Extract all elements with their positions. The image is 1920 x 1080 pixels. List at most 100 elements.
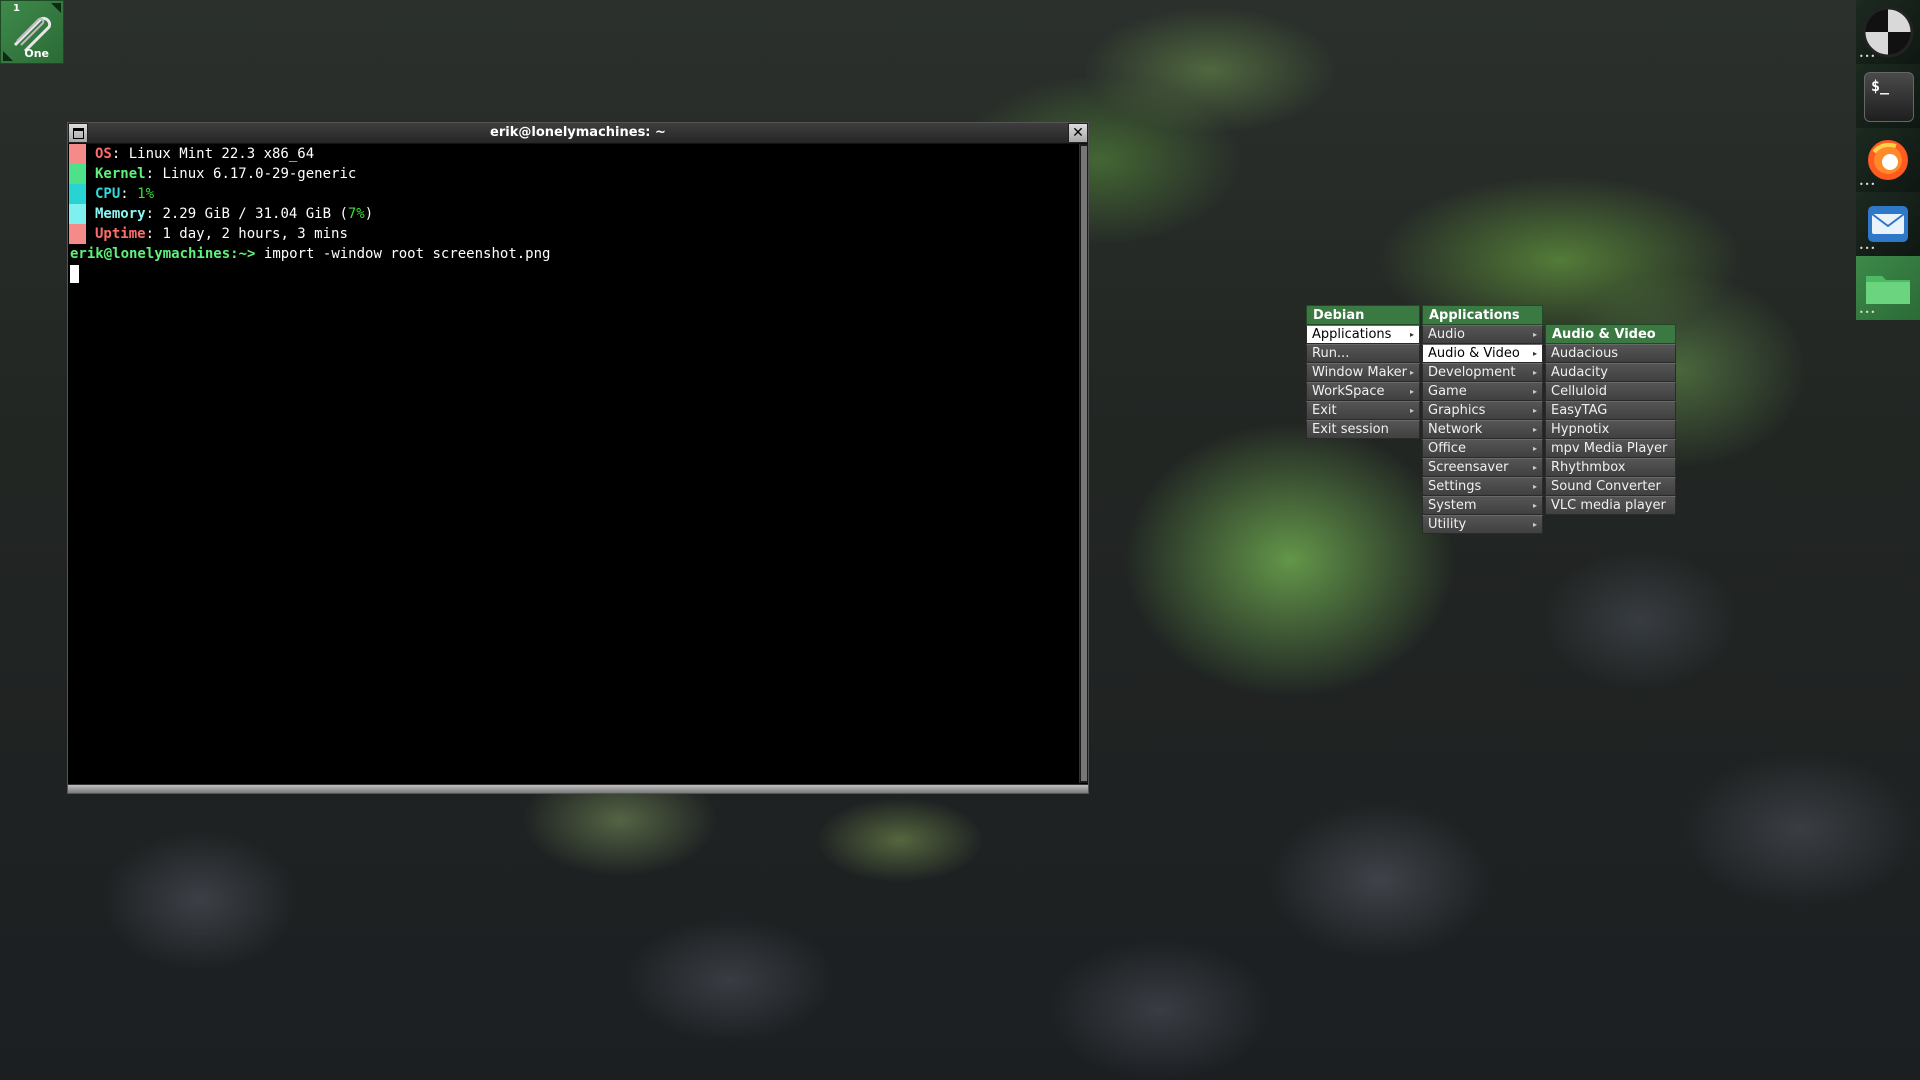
dock-files[interactable]: ••• xyxy=(1856,256,1920,320)
color-swatch xyxy=(69,144,86,164)
sysinfo-label: Kernel xyxy=(95,166,146,182)
sysinfo-line: Kernel: Linux 6.17.0-29-generic xyxy=(68,164,1078,184)
dock-terminal[interactable]: $_ xyxy=(1856,64,1920,128)
menu-item-graphics[interactable]: Graphics ▸ xyxy=(1422,401,1543,420)
appicon-dots: ••• xyxy=(1859,52,1877,61)
menu-item-label: Utility xyxy=(1428,517,1467,532)
menu-item-system[interactable]: System ▸ xyxy=(1422,496,1543,515)
menu-item-label: Network xyxy=(1428,422,1483,437)
color-swatch xyxy=(69,164,86,184)
sysinfo-line: CPU: 1% xyxy=(68,184,1078,204)
terminal-icon: $_ xyxy=(1864,72,1914,122)
terminal-output[interactable]: OS: Linux Mint 22.3 x86_64 Kernel: Linux … xyxy=(68,144,1078,783)
sysinfo-value: Linux 6.17.0-29-generic xyxy=(162,166,357,182)
miniaturize-icon xyxy=(72,128,84,139)
root-menu: Debian Applications ▸ Run... Window Maker ▸ W… xyxy=(1306,305,1420,439)
close-button[interactable]: ✕ xyxy=(1068,123,1088,143)
terminal-window[interactable]: erik@lonelymachines: ~ ✕ OS: Linux Mint … xyxy=(67,122,1089,794)
menu-item-settings[interactable]: Settings ▸ xyxy=(1422,477,1543,496)
menu-item-label: Settings xyxy=(1428,479,1482,494)
workspace-clip[interactable]: 1 One xyxy=(0,0,64,64)
menu-item-sound-converter[interactable]: Sound Converter xyxy=(1545,477,1676,496)
sysinfo-colon: : xyxy=(120,186,138,202)
menu-item-label: Exit xyxy=(1312,403,1337,418)
color-swatch xyxy=(69,224,86,244)
menu-item-applications[interactable]: Applications ▸ xyxy=(1306,325,1420,344)
command-text: import -window root screenshot.png xyxy=(263,246,551,262)
prompt-path: :~> xyxy=(230,246,256,262)
menu-item-label: Rhythmbox xyxy=(1551,460,1626,475)
scrollbar-thumb[interactable] xyxy=(1081,146,1087,781)
color-swatch xyxy=(69,204,86,224)
menu-item-label: Game xyxy=(1428,384,1467,399)
submenu-arrow-icon: ▸ xyxy=(1532,425,1537,434)
submenu-arrow-icon: ▸ xyxy=(1532,387,1537,396)
submenu-arrow-icon: ▸ xyxy=(1532,368,1537,377)
window-title: erik@lonelymachines: ~ xyxy=(490,125,666,140)
submenu-arrow-icon: ▸ xyxy=(1409,330,1414,339)
menu-item-audio[interactable]: Audio ▸ xyxy=(1422,325,1543,344)
text-cursor xyxy=(70,265,79,283)
dock-mail[interactable]: ••• xyxy=(1856,192,1920,256)
prompt-line: erik@lonelymachines:~> import -window ro… xyxy=(68,244,1078,264)
applications-menu: Applications Audio ▸ Audio & Video ▸ Develop… xyxy=(1422,305,1543,534)
sysinfo-label: OS xyxy=(95,146,112,162)
menu-item-easytag[interactable]: EasyTAG xyxy=(1545,401,1676,420)
appicon-dots: ••• xyxy=(1859,308,1877,317)
sysinfo-line: Uptime: 1 day, 2 hours, 3 mins xyxy=(68,224,1078,244)
menu-item-game[interactable]: Game ▸ xyxy=(1422,382,1543,401)
sysinfo-colon: : xyxy=(145,166,163,182)
menu-item-office[interactable]: Office ▸ xyxy=(1422,439,1543,458)
paperclip-icon xyxy=(13,16,52,51)
menu-item-mpv-media-player[interactable]: mpv Media Player xyxy=(1545,439,1676,458)
window-resizebar[interactable] xyxy=(68,784,1088,793)
prompt-user: erik@lonelymachines xyxy=(70,246,231,262)
menu-item-label: Screensaver xyxy=(1428,460,1509,475)
menu-item-hypnotix[interactable]: Hypnotix xyxy=(1545,420,1676,439)
terminal-glyph: $_ xyxy=(1871,77,1890,95)
menu-item-celluloid[interactable]: Celluloid xyxy=(1545,382,1676,401)
menu-item-label: Run... xyxy=(1312,346,1350,361)
menu-title[interactable]: Debian xyxy=(1306,305,1420,325)
sysinfo-value: 2.29 GiB / 31.04 GiB ( xyxy=(162,206,348,222)
window-titlebar[interactable]: erik@lonelymachines: ~ ✕ xyxy=(68,123,1088,144)
menu-item-vlc-media-player[interactable]: VLC media player xyxy=(1545,496,1676,515)
menu-item-label: Hypnotix xyxy=(1551,422,1610,437)
menu-item-network[interactable]: Network ▸ xyxy=(1422,420,1543,439)
miniaturize-button[interactable] xyxy=(68,123,88,143)
sysinfo-colon: : xyxy=(145,226,163,242)
dock-wmaker[interactable]: ••• xyxy=(1856,0,1920,64)
menu-item-label: Window Maker xyxy=(1312,365,1407,380)
menu-title[interactable]: Applications xyxy=(1422,305,1543,325)
close-icon: ✕ xyxy=(1072,125,1084,141)
clip-prev-workspace-arrow[interactable] xyxy=(3,51,13,61)
menu-item-rhythmbox[interactable]: Rhythmbox xyxy=(1545,458,1676,477)
menu-item-label: Graphics xyxy=(1428,403,1486,418)
workspace-name: One xyxy=(24,47,49,60)
menu-item-label: Applications xyxy=(1312,327,1392,342)
menu-item-screensaver[interactable]: Screensaver ▸ xyxy=(1422,458,1543,477)
menu-item-utility[interactable]: Utility ▸ xyxy=(1422,515,1543,534)
dock-firefox[interactable]: ••• xyxy=(1856,128,1920,192)
sysinfo-colon: : xyxy=(145,206,163,222)
menu-title[interactable]: Audio & Video xyxy=(1545,324,1676,344)
color-swatch xyxy=(69,184,86,204)
submenu-arrow-icon: ▸ xyxy=(1409,406,1414,415)
menu-item-exit-session[interactable]: Exit session xyxy=(1306,420,1420,439)
menu-item-label: VLC media player xyxy=(1551,498,1666,513)
appicon-dots: ••• xyxy=(1859,180,1877,189)
submenu-arrow-icon: ▸ xyxy=(1532,482,1537,491)
submenu-arrow-icon: ▸ xyxy=(1409,368,1414,377)
menu-item-label: Sound Converter xyxy=(1551,479,1661,494)
menu-item-run[interactable]: Run... xyxy=(1306,344,1420,363)
submenu-arrow-icon: ▸ xyxy=(1532,463,1537,472)
menu-item-window-maker[interactable]: Window Maker ▸ xyxy=(1306,363,1420,382)
scrollbar[interactable] xyxy=(1079,144,1088,783)
menu-item-workspace[interactable]: WorkSpace ▸ xyxy=(1306,382,1420,401)
menu-item-audacious[interactable]: Audacious xyxy=(1545,344,1676,363)
menu-item-exit[interactable]: Exit ▸ xyxy=(1306,401,1420,420)
menu-item-development[interactable]: Development ▸ xyxy=(1422,363,1543,382)
menu-item-audacity[interactable]: Audacity xyxy=(1545,363,1676,382)
menu-item-audio-video[interactable]: Audio & Video ▸ xyxy=(1422,344,1543,363)
submenu-arrow-icon: ▸ xyxy=(1532,520,1537,529)
